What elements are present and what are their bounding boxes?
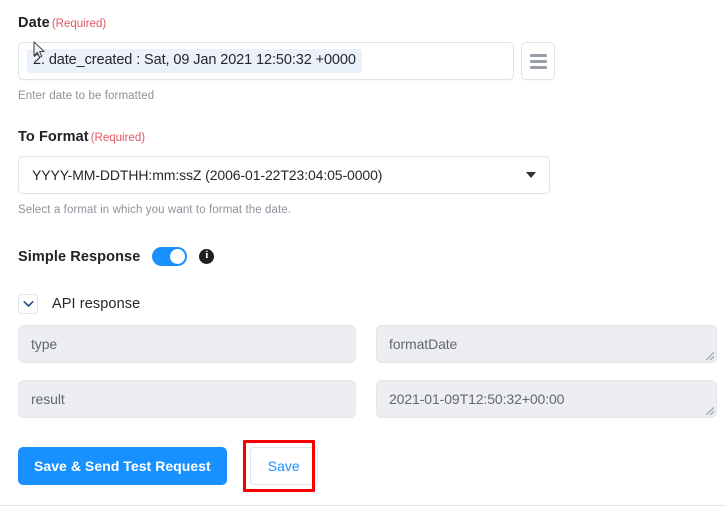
save-button[interactable]: Save: [249, 447, 318, 485]
date-field-label: Date (Required): [18, 14, 555, 33]
to-format-select[interactable]: YYYY-MM-DDTHH:mm:ssZ (2006-01-22T23:04:0…: [18, 156, 550, 194]
api-response-collapse-button[interactable]: [18, 294, 38, 314]
to-format-helper-text: Select a format in which you want to for…: [18, 204, 292, 216]
hamburger-icon-bar: [529, 53, 547, 57]
date-input[interactable]: 2. date_created : Sat, 09 Jan 2021 12:50…: [18, 42, 514, 80]
api-response-title: API response: [52, 296, 141, 312]
hamburger-icon-bar: [529, 65, 547, 69]
date-required-tag: (Required): [51, 18, 107, 30]
hamburger-icon-bar: [529, 59, 547, 63]
api-response-header: API response: [18, 294, 140, 314]
form-panel: Date (Required) 2. date_created : Sat, 09…: [0, 0, 726, 506]
date-input-row: 2. date_created : Sat, 09 Jan 2021 12:50…: [18, 42, 555, 80]
to-format-field-label: To Format (Required): [18, 128, 550, 147]
date-field-group: Date (Required) 2. date_created : Sat, 09…: [18, 14, 555, 103]
to-format-selected-value: YYYY-MM-DDTHH:mm:ssZ (2006-01-22T23:04:0…: [32, 167, 383, 183]
to-format-required-tag: (Required): [90, 132, 146, 144]
simple-response-label: Simple Response: [18, 248, 141, 265]
api-response-key-field[interactable]: result: [18, 380, 356, 418]
api-response-row: result 2021-01-09T12:50:32+00:00: [18, 380, 717, 418]
date-token-chip[interactable]: 2. date_created : Sat, 09 Jan 2021 12:50…: [27, 49, 362, 73]
to-format-label-text: To Format: [18, 129, 89, 145]
simple-response-row: Simple Response i: [18, 247, 215, 266]
date-field-menu-button[interactable]: [521, 42, 555, 80]
api-response-key-field[interactable]: type: [18, 325, 356, 363]
form-footer: Save & Send Test Request Save: [18, 440, 318, 492]
toggle-knob: [170, 249, 186, 264]
date-helper-text: Enter date to be formatted: [18, 90, 155, 102]
save-button-wrapper: Save: [242, 440, 318, 492]
chevron-down-icon: [526, 172, 536, 178]
api-response-row: type formatDate: [18, 325, 717, 363]
save-and-send-test-request-button[interactable]: Save & Send Test Request: [18, 447, 227, 485]
api-response-value-field[interactable]: formatDate: [376, 325, 717, 363]
simple-response-toggle[interactable]: [152, 247, 188, 266]
api-response-value-field[interactable]: 2021-01-09T12:50:32+00:00: [376, 380, 717, 418]
info-icon[interactable]: i: [199, 249, 215, 264]
date-label-text: Date: [18, 15, 50, 31]
chevron-down-icon: [22, 301, 34, 307]
to-format-field-group: To Format (Required) YYYY-MM-DDTHH:mm:ssZ…: [18, 128, 550, 217]
